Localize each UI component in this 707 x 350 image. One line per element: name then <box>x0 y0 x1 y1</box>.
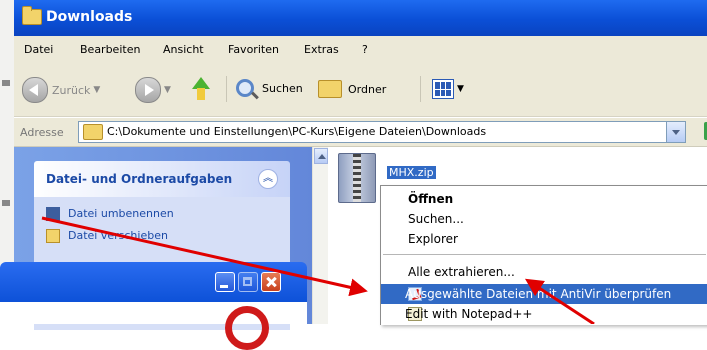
overlapping-window-body <box>0 302 307 350</box>
scroll-up-button[interactable] <box>314 148 328 164</box>
maximize-button[interactable] <box>238 272 258 292</box>
folders-label: Ordner <box>348 82 387 96</box>
search-label: Suchen <box>262 81 303 95</box>
menu-ansicht[interactable]: Ansicht <box>163 43 204 56</box>
zipper-icon <box>353 154 361 202</box>
address-input[interactable]: C:\Dokumente und Einstellungen\PC-Kurs\E… <box>78 121 686 143</box>
folders-button[interactable]: Ordner <box>318 80 386 98</box>
move-icon <box>46 229 60 243</box>
window-title-bar[interactable]: Downloads <box>14 0 707 36</box>
menu-item-extract-all[interactable]: Alle extrahieren... <box>381 262 707 282</box>
address-bar: Adresse C:\Dokumente und Einstellungen\P… <box>14 118 707 147</box>
menu-separator <box>383 254 706 255</box>
context-menu: Öffnen Suchen... Explorer Alle extrahier… <box>380 185 707 325</box>
file-tasks-title: Datei- und Ordneraufgaben <box>46 172 233 186</box>
back-arrow-icon <box>22 77 48 103</box>
window-title: Downloads <box>46 9 133 25</box>
toolbar-separator <box>420 76 421 102</box>
chevron-down-icon: ▼ <box>164 85 171 95</box>
forward-arrow-icon <box>135 77 161 103</box>
menu-bar: Datei Bearbeiten Ansicht Favoriten Extra… <box>14 36 707 63</box>
menu-item-antivir-label: Ausgewählte Dateien mit AntiVir überprüf… <box>405 287 672 301</box>
toolbar: Zurück ▼ ▼ Suchen Ordner ▼ <box>14 62 707 117</box>
folder-icon <box>83 124 103 140</box>
menu-item-open[interactable]: Öffnen <box>381 189 707 209</box>
address-dropdown-button[interactable] <box>666 122 685 142</box>
chevron-down-icon: ▼ <box>93 85 101 95</box>
menu-favoriten[interactable]: Favoriten <box>228 43 279 56</box>
move-file-link[interactable]: Datei verschieben <box>34 225 290 247</box>
menu-item-notepad-label: Edit with Notepad++ <box>405 307 533 321</box>
up-button[interactable] <box>190 77 212 101</box>
move-file-label: Datei verschieben <box>68 229 168 242</box>
menu-extras[interactable]: Extras <box>304 43 339 56</box>
menu-item-explorer[interactable]: Explorer <box>381 229 707 249</box>
folders-icon <box>318 80 342 98</box>
back-label: Zurück <box>52 83 91 97</box>
views-button[interactable]: ▼ <box>432 79 464 99</box>
toolbar-separator <box>226 76 227 102</box>
collapse-chevron-icon[interactable]: ︽ <box>258 169 278 189</box>
close-button[interactable] <box>261 272 281 292</box>
menu-item-search-label: Suchen... <box>408 212 464 226</box>
rename-file-link[interactable]: Datei umbenennen <box>34 203 290 225</box>
red-ring-icon <box>225 306 269 350</box>
chevron-down-icon: ▼ <box>457 84 464 94</box>
folder-icon <box>22 6 42 25</box>
rename-icon <box>46 207 60 221</box>
minimize-button[interactable] <box>215 272 235 292</box>
zip-file-icon[interactable] <box>338 153 376 203</box>
selected-file-name[interactable]: MHX.zip <box>387 166 436 179</box>
search-icon <box>236 79 254 97</box>
background-mark <box>2 80 10 86</box>
file-tasks-header[interactable]: Datei- und Ordneraufgaben ︽ <box>34 161 290 197</box>
menu-datei[interactable]: Datei <box>24 43 53 56</box>
views-icon <box>432 79 454 99</box>
menu-item-search[interactable]: Suchen... <box>381 209 707 229</box>
back-button[interactable]: Zurück ▼ <box>22 77 100 103</box>
background-mark <box>2 200 10 206</box>
menu-help[interactable]: ? <box>362 43 368 56</box>
forward-button[interactable]: ▼ <box>135 77 171 103</box>
menu-item-edit-notepad[interactable]: Edit with Notepad++ <box>381 304 707 324</box>
search-button[interactable]: Suchen <box>236 79 303 97</box>
overlapping-window <box>0 262 307 350</box>
menu-item-antivir-scan[interactable]: Ausgewählte Dateien mit AntiVir überprüf… <box>381 284 707 304</box>
address-label: Adresse <box>20 126 64 139</box>
menu-bearbeiten[interactable]: Bearbeiten <box>80 43 140 56</box>
rename-file-label: Datei umbenennen <box>68 207 174 220</box>
vertical-scrollbar[interactable] <box>312 147 329 324</box>
menu-item-open-label: Öffnen <box>408 192 454 206</box>
menu-item-extract-all-label: Alle extrahieren... <box>408 265 515 279</box>
folder-up-icon <box>190 77 212 101</box>
address-path: C:\Dokumente und Einstellungen\PC-Kurs\E… <box>107 125 487 138</box>
menu-item-explorer-label: Explorer <box>408 232 458 246</box>
